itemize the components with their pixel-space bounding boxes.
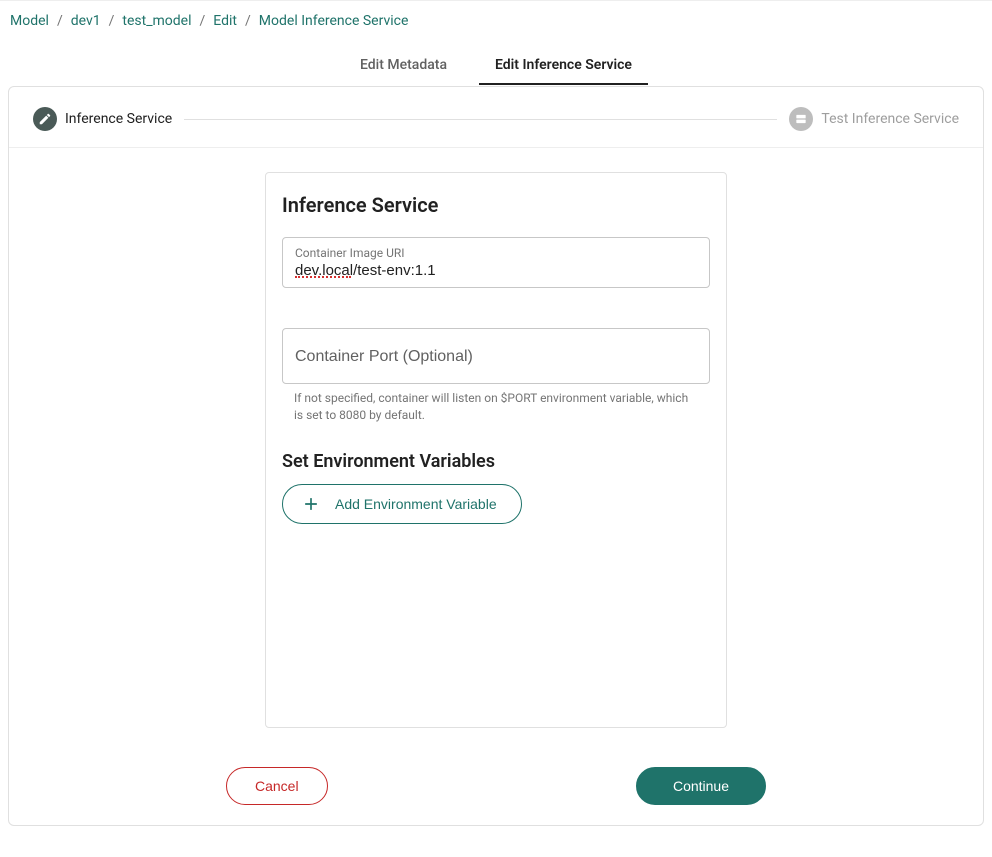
- breadcrumb-item-test-model[interactable]: test_model: [122, 13, 191, 29]
- tab-edit-inference-service[interactable]: Edit Inference Service: [479, 45, 648, 85]
- breadcrumb-separator: /: [57, 13, 63, 29]
- step-inference-service[interactable]: Inference Service: [33, 107, 172, 131]
- breadcrumb-item-model-inference-service[interactable]: Model Inference Service: [259, 13, 409, 29]
- stepper: Inference Service Test Inference Service: [9, 87, 983, 148]
- step-label: Inference Service: [65, 111, 172, 127]
- container-image-uri-field: Container Image URI: [282, 237, 710, 288]
- breadcrumb-item-dev1[interactable]: dev1: [71, 13, 101, 29]
- container-image-uri-label: Container Image URI: [295, 246, 697, 260]
- breadcrumb-separator: /: [245, 13, 251, 29]
- plus-icon: [301, 494, 321, 514]
- container-image-uri-outline[interactable]: Container Image URI: [282, 237, 710, 288]
- form-title: Inference Service: [282, 193, 710, 217]
- wizard-card: Inference Service Test Inference Service…: [8, 86, 984, 826]
- tab-bar: Edit Metadata Edit Inference Service: [8, 45, 984, 86]
- step-test-inference-service[interactable]: Test Inference Service: [789, 107, 959, 131]
- container-image-uri-input[interactable]: [295, 260, 697, 279]
- wizard-footer: Cancel Continue: [226, 767, 766, 805]
- container-port-helper: If not specified, container will listen …: [282, 384, 710, 422]
- pencil-icon: [33, 107, 57, 131]
- step-label: Test Inference Service: [821, 111, 959, 127]
- breadcrumb-separator: /: [200, 13, 206, 29]
- add-environment-variable-button[interactable]: Add Environment Variable: [282, 484, 522, 524]
- breadcrumb-item-model[interactable]: Model: [10, 13, 49, 29]
- env-section-title: Set Environment Variables: [282, 451, 710, 472]
- form-panel: Inference Service Container Image URI If…: [265, 172, 727, 728]
- container-port-outline[interactable]: [282, 328, 710, 384]
- tab-edit-metadata[interactable]: Edit Metadata: [344, 45, 463, 85]
- breadcrumb-separator: /: [109, 13, 115, 29]
- breadcrumb-item-edit[interactable]: Edit: [213, 13, 237, 29]
- container-port-field: If not specified, container will listen …: [282, 328, 710, 422]
- continue-button[interactable]: Continue: [636, 767, 766, 805]
- server-icon: [789, 107, 813, 131]
- cancel-button[interactable]: Cancel: [226, 767, 328, 805]
- step-connector: [184, 119, 777, 120]
- breadcrumb: Model / dev1 / test_model / Edit / Model…: [8, 9, 984, 45]
- container-port-input[interactable]: [295, 346, 697, 366]
- add-env-var-label: Add Environment Variable: [335, 496, 497, 512]
